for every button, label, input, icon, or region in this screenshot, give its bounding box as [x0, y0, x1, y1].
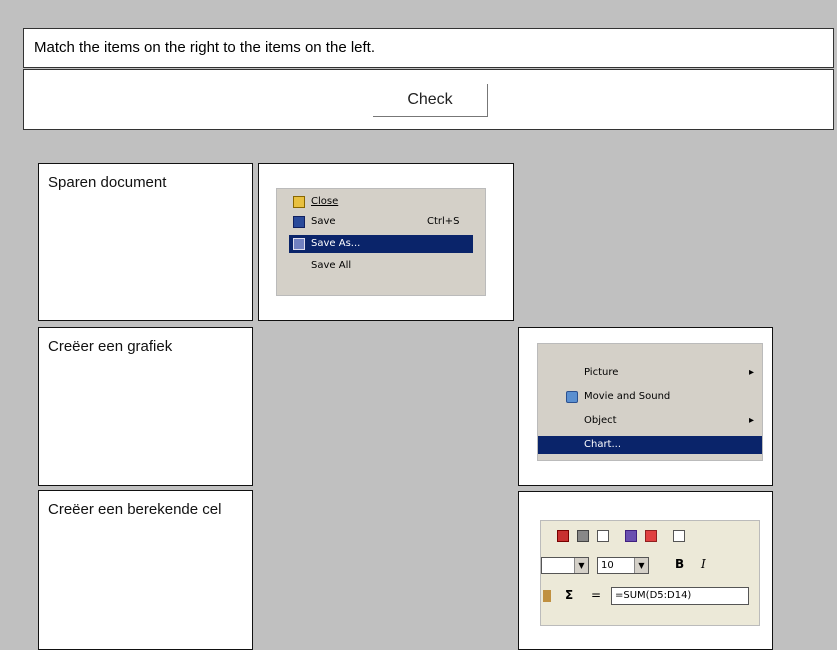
menu-item-movie-and-sound: Movie and Sound: [538, 388, 762, 406]
sum-icon: Σ: [565, 588, 574, 602]
formula-bar: Σ = =SUM(D5:D14): [541, 585, 759, 607]
card-save-as-menu[interactable]: Close Save Ctrl+S Save As... Save All: [258, 163, 514, 321]
research-icon: [645, 530, 657, 542]
formula-input: =SUM(D5:D14): [611, 587, 749, 605]
cut-icon: [673, 530, 685, 542]
menu-item-save-all: Save All: [311, 260, 352, 271]
formatting-toolbar: ▼ 10 ▼ B I: [541, 555, 759, 577]
check-bar: Check: [23, 69, 834, 130]
italic-icon: I: [701, 557, 706, 571]
term-sparen-document[interactable]: Sparen document: [38, 163, 253, 321]
card-chart-menu[interactable]: Picture ▸ Movie and Sound Object ▸ Chart…: [518, 327, 773, 486]
pdf-icon: [557, 530, 569, 542]
folder-icon: [293, 196, 305, 208]
floppy-disk-icon: [293, 216, 305, 228]
term-label: Creëer een berekende cel: [48, 501, 222, 518]
instructions-text: Match the items on the right to the item…: [34, 39, 376, 56]
card-formula-toolbar[interactable]: ▼ 10 ▼ B I Σ = =SUM(D5:D14): [518, 491, 773, 650]
film-icon: [566, 391, 578, 403]
menu-item-picture: Picture ▸: [584, 367, 754, 378]
font-name-select: ▼: [541, 557, 589, 574]
insert-menu-screenshot: Picture ▸ Movie and Sound Object ▸ Chart…: [537, 343, 763, 461]
print-icon: [577, 530, 589, 542]
toolbar-screenshot: ▼ 10 ▼ B I Σ = =SUM(D5:D14): [540, 520, 760, 626]
preview-icon: [597, 530, 609, 542]
instructions-box: Match the items on the right to the item…: [23, 28, 834, 68]
term-creeer-berekende-cel[interactable]: Creëer een berekende cel: [38, 490, 253, 650]
term-label: Creëer een grafiek: [48, 338, 173, 355]
menu-item-close: Close: [289, 193, 473, 211]
term-label: Sparen document: [48, 174, 167, 191]
name-box-icon: [543, 590, 551, 602]
term-creeer-grafiek[interactable]: Creëer een grafiek: [38, 327, 253, 486]
check-button[interactable]: Check: [373, 84, 488, 117]
menu-item-object: Object ▸: [584, 415, 754, 426]
menu-item-save-as: Save As...: [289, 235, 473, 253]
dropdown-arrow-icon: ▼: [634, 558, 648, 573]
standard-toolbar: [545, 525, 757, 547]
menu-item-save: Save Ctrl+S: [289, 213, 473, 231]
menu-item-chart: Chart...: [538, 436, 762, 454]
spellcheck-icon: [625, 530, 637, 542]
equals-icon: =: [591, 588, 602, 602]
bold-icon: B: [675, 557, 685, 571]
dropdown-arrow-icon: ▼: [574, 558, 588, 573]
font-size-select: 10 ▼: [597, 557, 649, 574]
save-as-icon: [293, 238, 305, 250]
file-menu-screenshot: Close Save Ctrl+S Save As... Save All: [276, 188, 486, 296]
